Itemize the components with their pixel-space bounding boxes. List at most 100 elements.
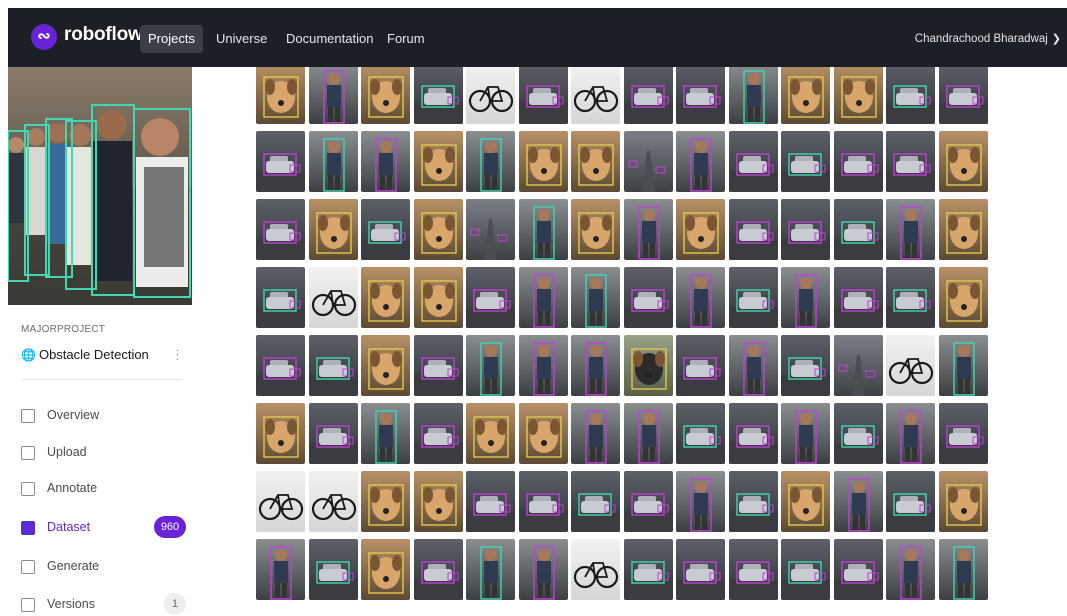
dataset-thumbnail-car[interactable] [256, 131, 305, 192]
dataset-thumbnail-person[interactable] [466, 335, 515, 396]
dataset-thumbnail-car[interactable] [676, 403, 725, 464]
dataset-thumbnail-car[interactable] [781, 539, 830, 600]
dataset-thumbnail-person[interactable] [728, 67, 778, 124]
sidebar-item-overview[interactable]: Overview [21, 403, 186, 427]
dataset-thumbnail-car[interactable] [886, 267, 935, 328]
dataset-thumbnail-car[interactable] [833, 403, 883, 464]
dataset-thumbnail-person[interactable] [833, 471, 883, 532]
dataset-thumbnail-person[interactable] [938, 335, 988, 396]
dataset-thumbnail-car[interactable] [308, 539, 358, 600]
dataset-thumbnail-dog[interactable] [361, 67, 410, 124]
dataset-thumbnail-car[interactable] [413, 67, 463, 124]
dataset-thumbnail-person[interactable] [518, 199, 568, 260]
dataset-thumbnail-car[interactable] [728, 403, 778, 464]
dataset-thumbnail-car[interactable] [623, 539, 673, 600]
dataset-thumbnail-person[interactable] [676, 267, 725, 328]
dataset-thumbnail-car[interactable] [728, 471, 778, 532]
dataset-thumbnail-bicycle[interactable] [571, 67, 620, 124]
dataset-thumbnail-road[interactable] [623, 131, 673, 192]
dataset-thumbnail-car[interactable] [466, 471, 515, 532]
dataset-thumbnail-dog[interactable] [413, 131, 463, 192]
dataset-thumbnail-cow[interactable] [623, 335, 673, 396]
dataset-thumbnail-car[interactable] [623, 67, 673, 124]
brand-name[interactable]: roboflow [64, 24, 143, 46]
dataset-thumbnail-car[interactable] [886, 471, 935, 532]
dataset-thumbnail-car[interactable] [781, 199, 830, 260]
dataset-thumbnail-dog[interactable] [518, 403, 568, 464]
dataset-thumbnail-dog[interactable] [781, 67, 830, 124]
dataset-thumbnail-person[interactable] [466, 131, 515, 192]
user-menu[interactable]: Chandrachood Bharadwaj ❯ [915, 25, 1061, 53]
dataset-thumbnail-dog[interactable] [413, 199, 463, 260]
dataset-thumbnail-person[interactable] [518, 335, 568, 396]
dataset-thumbnail-car[interactable] [728, 131, 778, 192]
dataset-thumbnail-person[interactable] [676, 131, 725, 192]
dataset-thumbnail-car[interactable] [833, 539, 883, 600]
sidebar-item-generate[interactable]: Generate [21, 554, 186, 578]
dataset-thumbnail-person[interactable] [623, 199, 673, 260]
dataset-thumbnail-dog[interactable] [938, 267, 988, 328]
dataset-thumbnail-car[interactable] [833, 199, 883, 260]
dataset-thumbnail-car[interactable] [676, 539, 725, 600]
dataset-thumbnail-dog[interactable] [466, 403, 515, 464]
sidebar-item-dataset[interactable]: Dataset 960 [21, 515, 186, 539]
dataset-thumbnail-car[interactable] [781, 131, 830, 192]
dataset-thumbnail-car[interactable] [256, 199, 305, 260]
dataset-thumbnail-person[interactable] [256, 539, 305, 600]
dataset-thumbnail-car[interactable] [833, 267, 883, 328]
dataset-thumbnail-bicycle[interactable] [308, 471, 358, 532]
dataset-thumbnail-car[interactable] [413, 403, 463, 464]
dataset-thumbnail-dog[interactable] [413, 471, 463, 532]
dataset-thumbnail-car[interactable] [833, 131, 883, 192]
sidebar-item-annotate[interactable]: Annotate [21, 476, 186, 500]
dataset-thumbnail-person[interactable] [361, 403, 410, 464]
nav-universe[interactable]: Universe [208, 25, 275, 53]
dataset-thumbnail-person[interactable] [886, 539, 935, 600]
dataset-thumbnail-car[interactable] [256, 335, 305, 396]
sidebar-item-upload[interactable]: Upload [21, 440, 186, 464]
dataset-thumbnail-car[interactable] [728, 199, 778, 260]
dataset-thumbnail-car[interactable] [413, 335, 463, 396]
nav-forum[interactable]: Forum [379, 25, 433, 53]
dataset-thumbnail-car[interactable] [623, 267, 673, 328]
dataset-thumbnail-bicycle[interactable] [308, 267, 358, 328]
dataset-thumbnail-dog[interactable] [361, 471, 410, 532]
dataset-thumbnail-dog[interactable] [361, 335, 410, 396]
dataset-thumbnail-car[interactable] [728, 267, 778, 328]
dataset-thumbnail-person[interactable] [308, 131, 358, 192]
dataset-thumbnail-dog[interactable] [938, 199, 988, 260]
dataset-thumbnail-bicycle[interactable] [886, 335, 935, 396]
dataset-thumbnail-dog[interactable] [361, 267, 410, 328]
dataset-thumbnail-dog[interactable] [676, 199, 725, 260]
dataset-thumbnail-car[interactable] [623, 471, 673, 532]
dataset-thumbnail-dog[interactable] [308, 199, 358, 260]
more-options-icon[interactable]: ⋮ [171, 347, 184, 363]
nav-documentation[interactable]: Documentation [278, 25, 381, 53]
dataset-thumbnail-car[interactable] [518, 471, 568, 532]
dataset-thumbnail-road[interactable] [833, 335, 883, 396]
dataset-thumbnail-dog[interactable] [413, 267, 463, 328]
dataset-thumbnail-person[interactable] [518, 267, 568, 328]
dataset-thumbnail-person[interactable] [623, 403, 673, 464]
dataset-thumbnail-car[interactable] [571, 471, 620, 532]
dataset-thumbnail-dog[interactable] [833, 67, 883, 124]
roboflow-logo-icon[interactable]: ∾ [31, 24, 57, 50]
dataset-thumbnail-car[interactable] [308, 335, 358, 396]
dataset-thumbnail-bicycle[interactable] [571, 539, 620, 600]
dataset-thumbnail-car[interactable] [938, 403, 988, 464]
dataset-thumbnail-car[interactable] [676, 335, 725, 396]
dataset-thumbnail-car[interactable] [676, 67, 725, 124]
dataset-thumbnail-dog[interactable] [361, 539, 410, 600]
dataset-thumbnail-person[interactable] [676, 471, 725, 532]
dataset-thumbnail-car[interactable] [781, 335, 830, 396]
dataset-thumbnail-dog[interactable] [781, 471, 830, 532]
dataset-thumbnail-car[interactable] [728, 539, 778, 600]
dataset-thumbnail-person[interactable] [728, 335, 778, 396]
dataset-thumbnail-person[interactable] [466, 539, 515, 600]
dataset-thumbnail-person[interactable] [781, 267, 830, 328]
dataset-thumbnail-road[interactable] [466, 199, 515, 260]
dataset-thumbnail-dog[interactable] [256, 67, 305, 124]
dataset-thumbnail-person[interactable] [518, 539, 568, 600]
dataset-thumbnail-car[interactable] [938, 67, 988, 124]
dataset-thumbnail-car[interactable] [308, 403, 358, 464]
